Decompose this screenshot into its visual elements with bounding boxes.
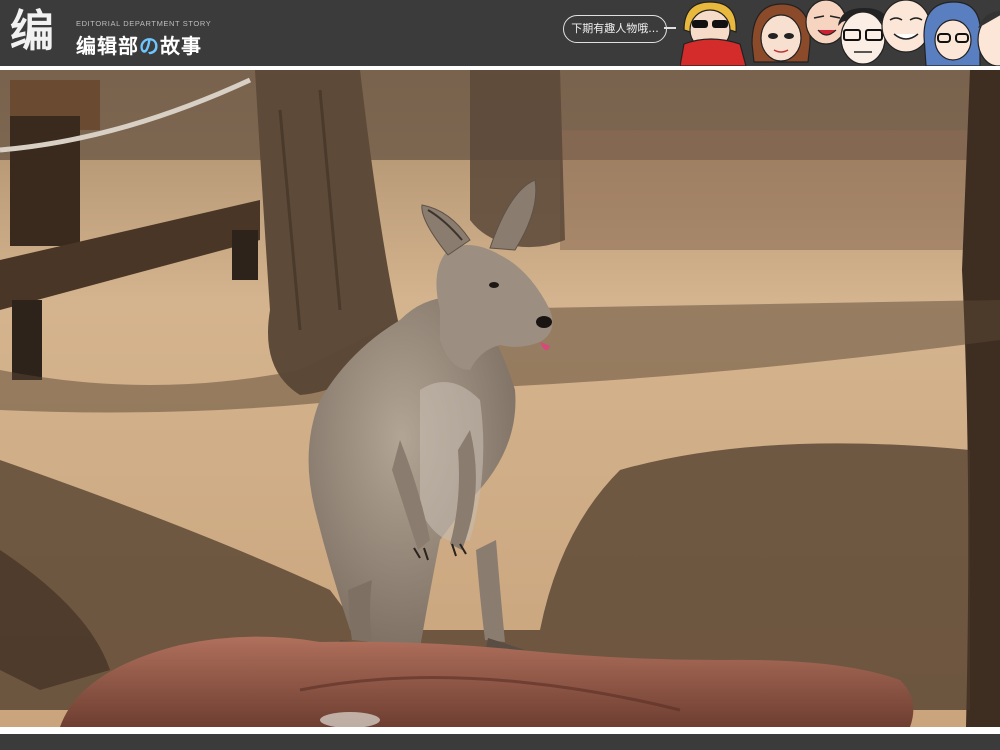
brand-logo[interactable]: 编 (10, 6, 70, 58)
face-blue-hair-icon (923, 1, 982, 66)
kangaroo-photo (0, 70, 1000, 727)
speech-bubble: 下期有趣人物哦... (563, 15, 667, 43)
brand-title-accent: の (139, 34, 160, 58)
photo-frame (0, 70, 1000, 727)
cartoon-faces (680, 0, 1000, 66)
brand-title-part2: 故事 (160, 34, 202, 58)
brand-title-part1: 编辑部 (76, 34, 139, 58)
leaf-litter (560, 130, 980, 250)
bottom-bar (0, 734, 1000, 750)
header-bar: 编 EDITORIAL DEPARTMENT STORY 编辑部の故事 下期有趣… (0, 0, 1000, 66)
face-glasses-man-icon (838, 8, 888, 65)
speech-bubble-tail (664, 27, 676, 29)
face-round-icon (881, 0, 931, 53)
brand-title[interactable]: 编辑部の故事 (76, 30, 202, 59)
face-blonde-icon (680, 1, 747, 66)
brand-tagline: EDITORIAL DEPARTMENT STORY (76, 19, 212, 28)
face-partial-icon (977, 11, 1000, 66)
face-brown-hair-icon (751, 3, 811, 63)
